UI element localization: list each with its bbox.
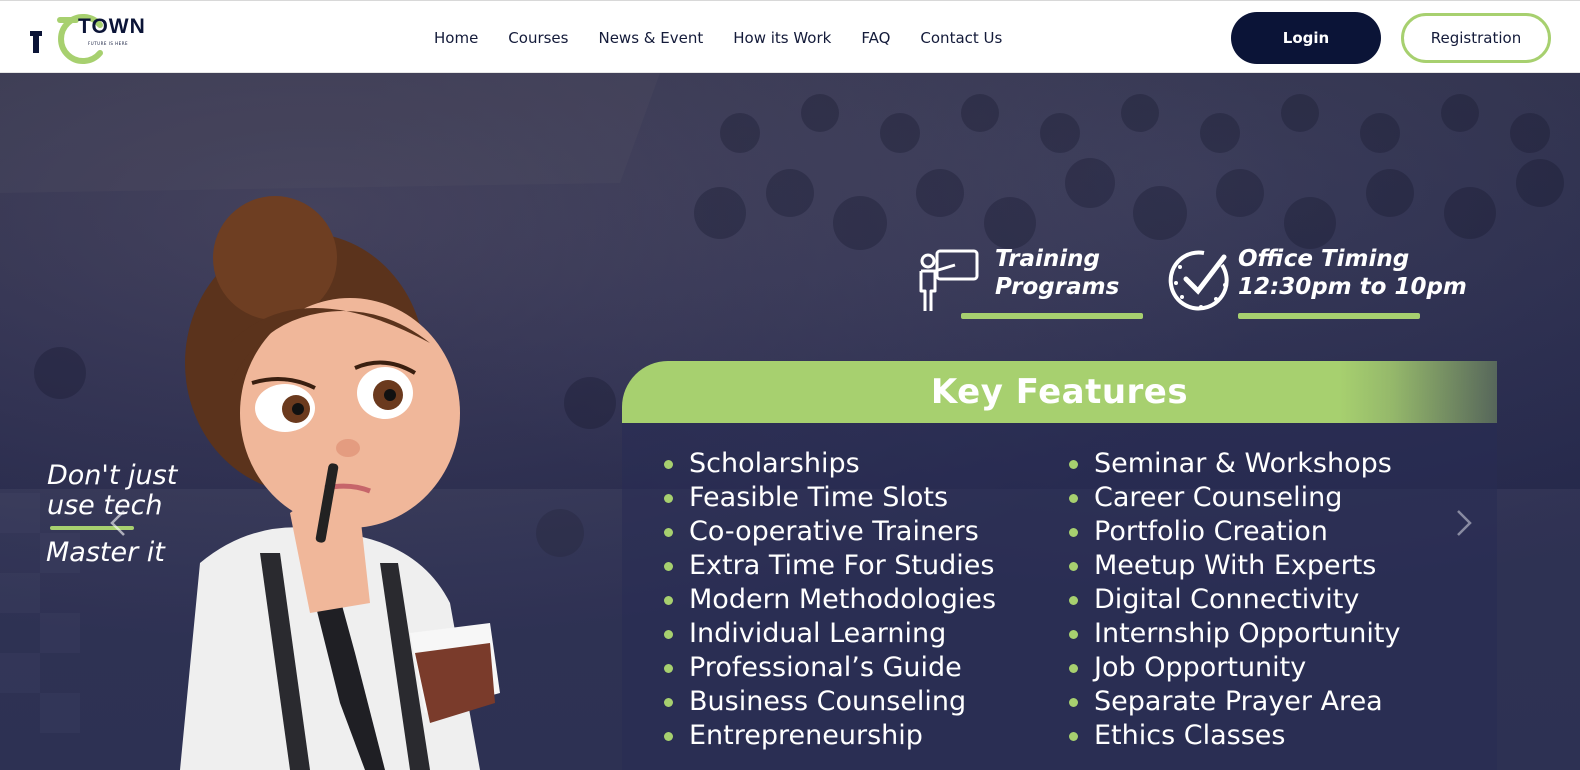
training-line-1: Training [995,246,1101,272]
feature-item: Extra Time For Studies [664,549,996,583]
training-underline [961,313,1143,319]
office-timing-text: Office Timing 12:30pm to 10pm [1238,245,1467,301]
training-programs-text: Training Programs [995,245,1119,301]
feature-item: Co-operative Trainers [664,515,996,549]
login-button[interactable]: Login [1231,12,1381,64]
feature-item: Entrepreneurship [664,719,996,753]
logo-text: TOWN [78,15,146,38]
nav-courses[interactable]: Courses [508,29,568,47]
nav-faq[interactable]: FAQ [861,29,890,47]
feature-item: Seminar & Workshops [1069,447,1400,481]
cartoon-girl-image [180,196,500,770]
logo-tagline: FUTURE IS HERE [88,41,129,46]
feature-item: Meetup With Experts [1069,549,1400,583]
clock-check-icon [1168,250,1229,311]
registration-button[interactable]: Registration [1401,13,1551,63]
nav-news-event[interactable]: News & Event [598,29,703,47]
key-features-left-list: Scholarships Feasible Time Slots Co-oper… [664,447,996,753]
nav-home[interactable]: Home [434,29,478,47]
feature-item: Career Counseling [1069,481,1400,515]
key-features-title: Key Features [930,372,1189,412]
key-features-header: Key Features [622,361,1497,423]
hero-banner: Don't just use tech Master it Training P… [0,73,1580,770]
feature-item: Internship Opportunity [1069,617,1400,651]
feature-item: Portfolio Creation [1069,515,1400,549]
office-line-2: 12:30pm to 10pm [1238,274,1467,300]
nav-how-its-work[interactable]: How its Work [733,29,831,47]
feature-item: Scholarships [664,447,996,481]
main-nav: Home Courses News & Event How its Work F… [434,1,1032,74]
feature-item: Individual Learning [664,617,996,651]
feature-item: Job Opportunity [1069,651,1400,685]
chevron-left-icon[interactable] [104,503,134,543]
teacher-presentation-icon [919,249,979,311]
nav-contact-us[interactable]: Contact Us [920,29,1002,47]
office-line-1: Office Timing [1238,246,1410,272]
feature-item: Professional’s Guide [664,651,996,685]
key-features-right-list: Seminar & Workshops Career Counseling Po… [1069,447,1400,753]
office-underline [1238,313,1420,319]
feature-item: Digital Connectivity [1069,583,1400,617]
feature-item: Modern Methodologies [664,583,996,617]
feature-item: Ethics Classes [1069,719,1400,753]
feature-item: Business Counseling [664,685,996,719]
feature-item: Feasible Time Slots [664,481,996,515]
site-header: TOWN FUTURE IS HERE Home Courses News & … [0,0,1580,73]
training-line-2: Programs [995,274,1120,300]
feature-item: Separate Prayer Area [1069,685,1400,719]
tagline-line-1: Don't just [47,460,178,491]
